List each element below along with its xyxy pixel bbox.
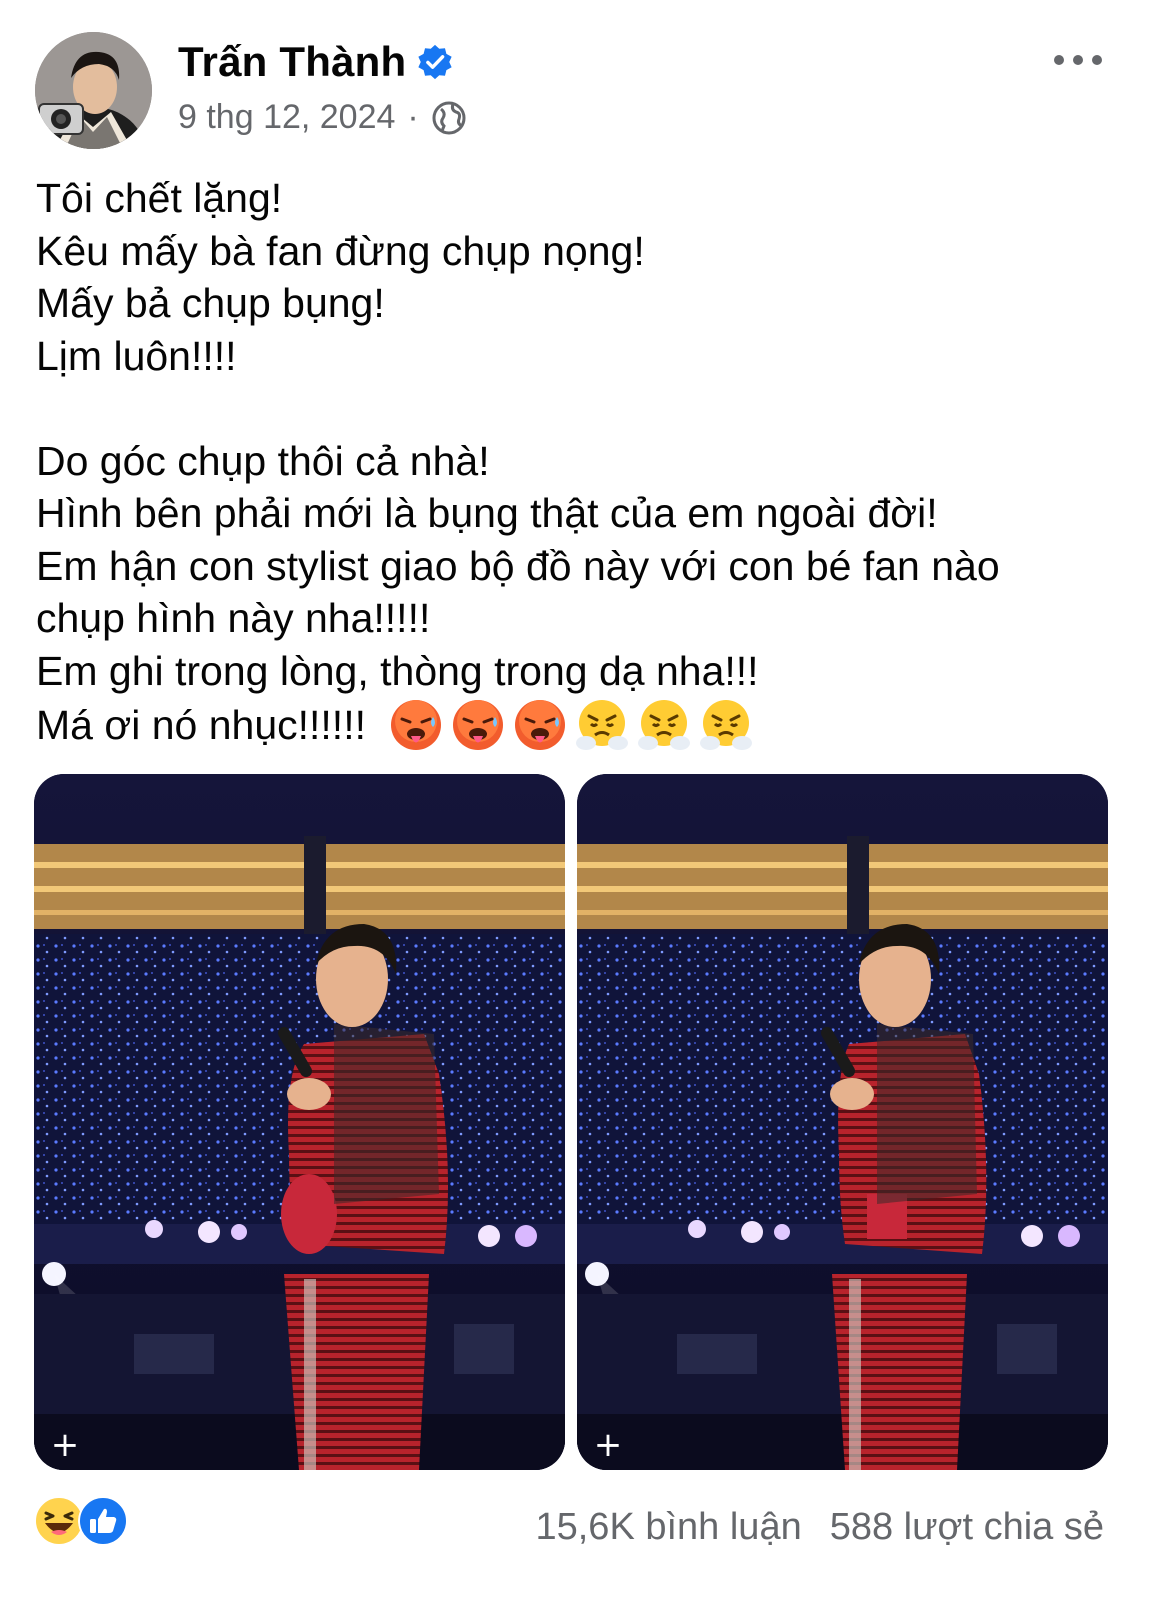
haha-reaction-icon (34, 1496, 84, 1546)
like-reaction-icon (78, 1496, 128, 1546)
post-line-last: Má ơi nó nhục!!!!!! (36, 697, 1136, 753)
post-line: Hình bên phải mới là bụng thật của em ng… (36, 490, 938, 536)
post-line-last-text: Má ơi nó nhục!!!!!! (36, 701, 366, 748)
dot-icon (1092, 55, 1102, 65)
photo-grid: + + (34, 774, 1108, 1470)
post-footer: 15,6K bình luận 588 lượt chia sẻ (0, 1484, 1170, 1574)
verified-badge-icon (416, 43, 454, 81)
post-line: Do góc chụp thôi cả nhà! (36, 437, 490, 484)
comments-count[interactable]: 15,6K bình luận (535, 1506, 801, 1549)
post-line: Kêu mấy bà fan đừng chụp nọng! (36, 227, 645, 274)
post-line: Lịm luôn!!!! (36, 332, 237, 379)
concert-photo-right[interactable]: + (577, 774, 1108, 1470)
post-line: Em ghi trong lòng, thòng trong dạ nha!!! (36, 647, 759, 694)
post-text: Tôi chết lặng! Kêu mấy bà fan đừng chụp … (36, 172, 1136, 753)
steam-nose-emoji-icon (699, 700, 752, 750)
post-line: chụp hình này nha!!!!! (36, 595, 431, 641)
author-name[interactable]: Trấn Thành (178, 38, 406, 86)
more-options-button[interactable] (1054, 44, 1102, 76)
concert-photo-left[interactable]: + (34, 774, 565, 1470)
dot-icon (1073, 55, 1083, 65)
meta-separator: · (407, 98, 419, 136)
hot-face-emoji-icon (390, 700, 441, 750)
add-photo-icon[interactable]: + (48, 1428, 82, 1462)
dot-icon (1054, 55, 1064, 65)
steam-nose-emoji-icon (637, 700, 690, 750)
globe-icon (431, 100, 467, 136)
shares-count[interactable]: 588 lượt chia sẻ (830, 1506, 1104, 1549)
post-line: Tôi chết lặng! (36, 175, 283, 221)
post-date[interactable]: 9 thg 12, 2024 (178, 98, 395, 137)
steam-nose-emoji-icon (575, 700, 628, 750)
hot-face-emoji-icon (452, 700, 503, 750)
engagement-stats: 15,6K bình luận 588 lượt chia sẻ (535, 1506, 1104, 1549)
post-header: Trấn Thành 9 thg 12, 2024 · (0, 0, 1170, 160)
post-line: Mấy bả chụp bụng! (36, 280, 385, 326)
post-line: Em hận con stylist giao bộ đồ này với co… (36, 542, 1000, 589)
reaction-summary[interactable] (34, 1496, 128, 1546)
post-line-blank (36, 382, 1136, 435)
hot-face-emoji-icon (514, 700, 565, 750)
author-avatar[interactable] (35, 32, 152, 149)
add-photo-icon[interactable]: + (591, 1428, 625, 1462)
